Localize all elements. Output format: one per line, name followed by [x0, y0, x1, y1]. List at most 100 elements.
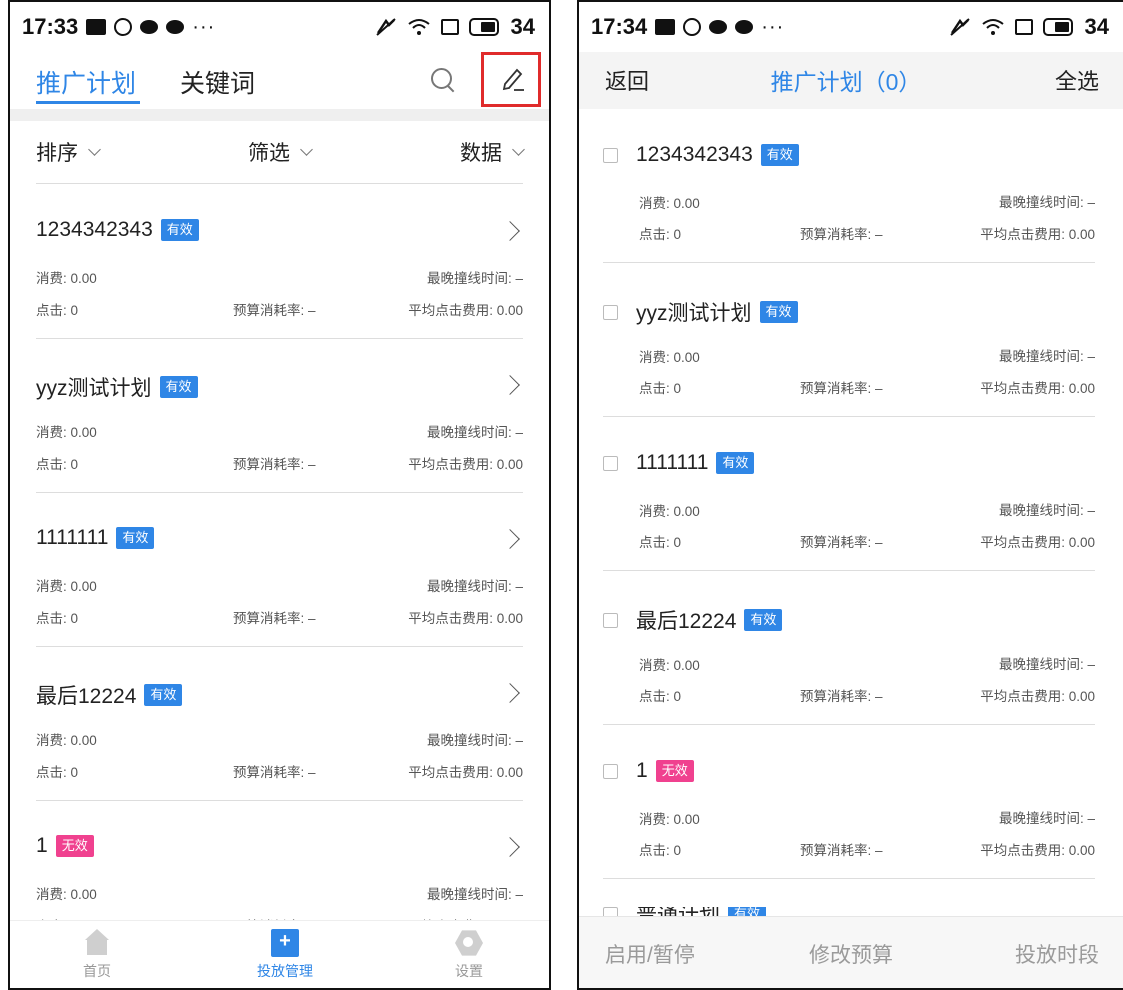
latest-cap-time: 最晚撞线时间: – [998, 349, 1095, 364]
phone-screen-plan-list: 17:33 ··· 34 推广计划 关键词 排序 筛选 数据 123434234… [8, 0, 551, 990]
select-checkbox[interactable] [603, 612, 618, 628]
home-icon [83, 929, 111, 957]
budget-rate-value: 预算消耗率: – [800, 535, 883, 550]
filter-dropdown[interactable]: 筛选 [248, 137, 313, 167]
bookmark-plus-icon [271, 929, 299, 957]
plan-name: 1111111 [36, 526, 109, 549]
wifi-icon [981, 19, 1004, 35]
message-icon [735, 20, 754, 34]
nav-settings[interactable]: 设置 [424, 929, 514, 981]
latest-cap-time: 最晚撞线时间: – [426, 271, 523, 286]
nav-home[interactable]: 首页 [52, 929, 142, 981]
schedule-button[interactable]: 投放时段 [1015, 939, 1099, 969]
plan-card-selectable[interactable]: 1111111 有效 消费: 0.00 最晚撞线时间: – 点击: 0 预算消耗率… [603, 417, 1095, 571]
plan-card[interactable]: 1234342343 有效 消费: 0.00 最晚撞线时间: – 点击: 0 预算… [36, 185, 523, 339]
avg-cpc-value: 平均点击费用: 0.00 [408, 457, 523, 472]
plan-card-selectable[interactable]: 1234342343 有效 消费: 0.00 最晚撞线时间: – 点击: 0 预算… [603, 109, 1095, 263]
status-badge: 有效 [144, 684, 183, 706]
battery-icon [1042, 18, 1073, 36]
edit-budget-button[interactable]: 修改预算 [809, 939, 893, 969]
select-checkbox[interactable] [603, 147, 618, 163]
message-icon [166, 20, 185, 34]
settings-icon [455, 930, 483, 956]
spend-value: 消费: 0.00 [639, 196, 700, 211]
more-notifications-icon: ··· [761, 15, 785, 38]
active-tab-indicator [36, 101, 140, 104]
status-badge: 有效 [760, 144, 799, 166]
clicks-value: 点击: 0 [36, 611, 79, 626]
battery-icon [468, 18, 499, 36]
budget-rate-value: 预算消耗率: – [800, 227, 883, 242]
avg-cpc-value: 平均点击费用: 0.00 [408, 303, 523, 318]
nav-campaign-management[interactable]: 投放管理 [240, 929, 330, 981]
clicks-value: 点击: 0 [36, 303, 79, 318]
sort-label: 排序 [36, 142, 78, 165]
select-checkbox[interactable] [603, 763, 618, 779]
status-badge: 有效 [759, 301, 798, 323]
chevron-right-icon [500, 375, 520, 395]
chevron-right-icon [500, 683, 520, 703]
spend-value: 消费: 0.00 [639, 658, 700, 673]
selection-header: 返回 推广计划（0） 全选 [579, 52, 1123, 109]
plan-card[interactable]: 1111111 有效 消费: 0.00 最晚撞线时间: – 点击: 0 预算消耗率… [36, 493, 523, 647]
budget-rate-value: 预算消耗率: – [800, 843, 883, 858]
clicks-value: 点击: 0 [639, 535, 682, 550]
status-badge: 有效 [160, 219, 199, 241]
spend-value: 消费: 0.00 [639, 812, 700, 827]
select-checkbox[interactable] [603, 304, 618, 320]
chevron-right-icon [500, 529, 520, 549]
budget-rate-value: 预算消耗率: – [233, 303, 316, 318]
plan-card[interactable]: 最后12224 有效 消费: 0.00 最晚撞线时间: – 点击: 0 预算消耗率… [36, 647, 523, 801]
edit-button-highlight[interactable] [481, 52, 541, 107]
status-badge: 有效 [159, 376, 198, 398]
plan-name: 最后12224 [36, 685, 137, 708]
clicks-value: 点击: 0 [639, 843, 682, 858]
more-notifications-icon: ··· [192, 15, 216, 38]
plan-name: 1 [36, 834, 48, 857]
avg-cpc-value: 平均点击费用: 0.00 [408, 611, 523, 626]
spend-value: 消费: 0.00 [36, 733, 97, 748]
plan-name: 最后12224 [636, 610, 737, 633]
battery-level: 34 [510, 14, 535, 39]
plan-card-selectable[interactable]: 最后12224 有效 消费: 0.00 最晚撞线时间: – 点击: 0 预算消耗率… [603, 571, 1095, 725]
avg-cpc-value: 平均点击费用: 0.00 [408, 765, 523, 780]
status-badge: 有效 [716, 452, 755, 474]
avg-cpc-value: 平均点击费用: 0.00 [980, 227, 1095, 242]
status-badge: 无效 [655, 760, 694, 782]
toggle-pause-button[interactable]: 启用/暂停 [605, 939, 695, 969]
message-icon [709, 20, 728, 34]
plan-card-selectable[interactable]: 1 无效 消费: 0.00 最晚撞线时间: – 点击: 0 预算消耗率: – 平均… [603, 725, 1095, 879]
select-all-button[interactable]: 全选 [1055, 64, 1099, 96]
bulk-action-bar: 启用/暂停 修改预算 投放时段 [579, 916, 1123, 988]
budget-rate-value: 预算消耗率: – [233, 611, 316, 626]
clock-icon [683, 18, 702, 36]
search-icon[interactable] [430, 67, 454, 91]
chevron-down-icon [512, 143, 525, 156]
latest-cap-time: 最晚撞线时间: – [998, 503, 1095, 518]
battery-level: 34 [1084, 14, 1109, 39]
plan-card-selectable[interactable]: yyz测试计划 有效 消费: 0.00 最晚撞线时间: – 点击: 0 预算消耗率… [603, 263, 1095, 417]
clicks-value: 点击: 0 [639, 689, 682, 704]
mail-icon [655, 19, 676, 35]
select-checkbox[interactable] [603, 455, 618, 471]
plan-name: 1111111 [636, 451, 709, 474]
tab-promotion-plan[interactable]: 推广计划 [36, 64, 136, 100]
data-label: 数据 [460, 142, 502, 165]
latest-cap-time: 最晚撞线时间: – [998, 657, 1095, 672]
latest-cap-time: 最晚撞线时间: – [426, 733, 523, 748]
chevron-down-icon [300, 143, 313, 156]
wifi-icon [407, 19, 430, 35]
spend-value: 消费: 0.00 [639, 350, 700, 365]
tab-keywords[interactable]: 关键词 [180, 64, 255, 100]
budget-rate-value: 预算消耗率: – [800, 381, 883, 396]
plan-card[interactable]: yyz测试计划 有效 消费: 0.00 最晚撞线时间: – 点击: 0 预算消耗率… [36, 339, 523, 493]
chevron-right-icon [500, 221, 520, 241]
latest-cap-time: 最晚撞线时间: – [426, 887, 523, 902]
clicks-value: 点击: 0 [639, 227, 682, 242]
spend-value: 消费: 0.00 [639, 504, 700, 519]
data-dropdown[interactable]: 数据 [460, 137, 525, 167]
latest-cap-time: 最晚撞线时间: – [426, 425, 523, 440]
sort-dropdown[interactable]: 排序 [36, 137, 101, 167]
spend-value: 消费: 0.00 [36, 887, 97, 902]
budget-rate-value: 预算消耗率: – [233, 457, 316, 472]
